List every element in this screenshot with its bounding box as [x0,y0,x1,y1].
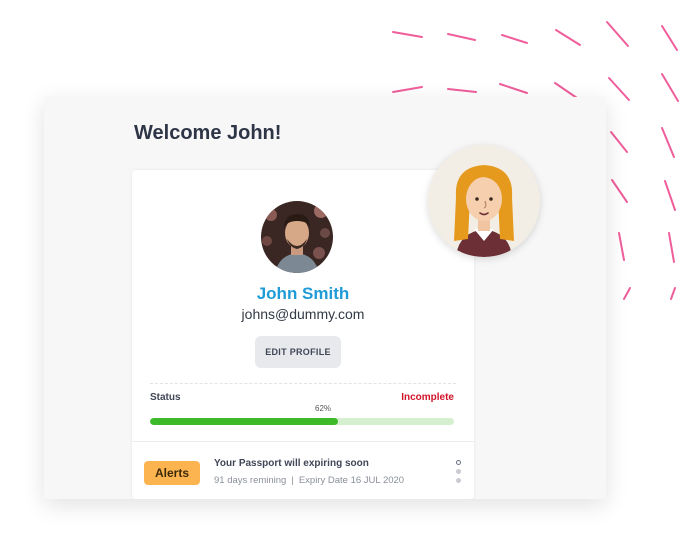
user-photo-icon [261,201,333,273]
female-avatar-icon [428,145,540,257]
alert-title[interactable]: Your Passport will expiring soon [214,458,369,469]
dashboard-panel: Welcome John! John Smith johns@dummy.com… [44,97,606,499]
scroll-dot[interactable] [456,478,461,483]
alert-separator: | [291,475,294,486]
card-divider [132,441,474,442]
alert-details: 91 days remining | Expiry Date 16 JUL 2020 [214,475,404,486]
status-label: Status [150,392,181,403]
progress-bar [150,418,454,425]
progress-percent: 62% [315,404,332,413]
alert-remaining: 91 days remining [214,475,287,486]
scroll-dots-indicator[interactable] [456,460,462,490]
profile-card: John Smith johns@dummy.com EDIT PROFILE … [132,170,474,499]
user-name: John Smith [256,284,350,303]
alert-expiry: Expiry Date 16 JUL 2020 [298,475,405,486]
female-avatar-illustration [428,145,540,257]
dashed-divider [150,383,456,384]
scroll-dot-active[interactable] [456,460,461,465]
edit-profile-button[interactable]: EDIT PROFILE [255,336,341,368]
status-value: Incomplete [401,392,454,403]
scroll-dot[interactable] [456,469,461,474]
alerts-badge[interactable]: Alerts [144,461,200,485]
progress-bar-fill [150,418,339,425]
user-avatar-photo[interactable] [261,201,333,273]
user-email: johns@dummy.com [241,306,365,322]
welcome-heading: Welcome John! [134,122,282,144]
